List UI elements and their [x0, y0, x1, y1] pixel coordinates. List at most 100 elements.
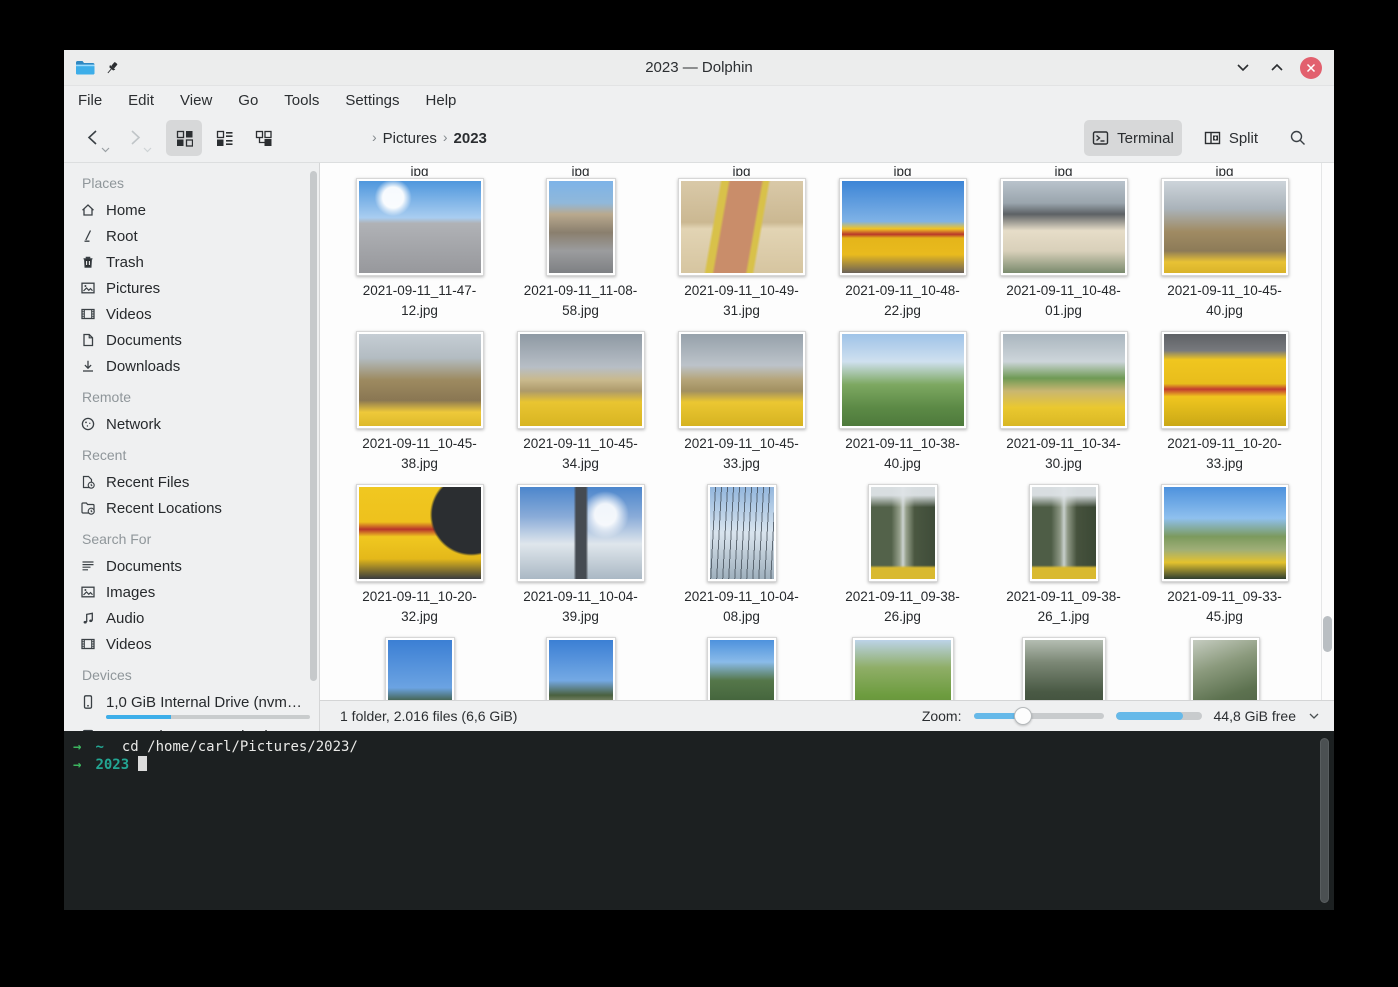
file-2021-09-11-10-38-40-jpg[interactable]: 2021-09-11_10-38-40.jpg	[822, 329, 983, 482]
statusbar: 1 folder, 2.016 files (6,6 GiB) Zoom: 44…	[320, 700, 1334, 731]
thumbnail	[1190, 637, 1260, 700]
details-view-button[interactable]	[206, 120, 242, 156]
filename-label: 2021-09-11_10-04-08.jpg	[667, 587, 817, 628]
file-thumbnail-partial[interactable]	[1144, 635, 1305, 700]
sidebar-item-recent-files[interactable]: Recent Files	[80, 469, 305, 495]
file-2021-09-11-10-48-01-jpg[interactable]: 2021-09-11_10-48-01.jpg	[983, 176, 1144, 329]
file-2021-09-11-10-04-39-jpg[interactable]: 2021-09-11_10-04-39.jpg	[500, 482, 661, 635]
menu-tools[interactable]: Tools	[284, 92, 319, 109]
sidebar-scrollbar[interactable]	[310, 171, 317, 681]
file-2021-09-11-10-45-34-jpg[interactable]: 2021-09-11_10-45-34.jpg	[500, 329, 661, 482]
trash-icon	[80, 254, 96, 270]
tree-view-button[interactable]	[246, 120, 282, 156]
free-space-label: 44,8 GiB free	[1214, 708, 1297, 724]
menu-edit[interactable]: Edit	[128, 92, 154, 109]
terminal-toggle-button[interactable]: Terminal	[1084, 120, 1182, 156]
breadcrumb-item-pictures[interactable]: Pictures	[383, 130, 437, 147]
menu-help[interactable]: Help	[426, 92, 457, 109]
terminal-line: →~cd /home/carl/Pictures/2023/	[73, 738, 1314, 756]
forward-history-caret[interactable]	[143, 147, 152, 153]
icons-view-button[interactable]	[166, 120, 202, 156]
file-2021-09-11-10-49-31-jpg[interactable]: 2021-09-11_10-49-31.jpg	[661, 176, 822, 329]
breadcrumb-item-2023[interactable]: 2023	[454, 130, 487, 147]
sidebar-item-475-4-gib-encrypted-drive[interactable]: 475.4 GiB Encrypted Drive	[80, 723, 305, 731]
file-2021-09-11-09-33-45-jpg[interactable]: 2021-09-11_09-33-45.jpg	[1144, 482, 1305, 635]
sidebar-item-images[interactable]: Images	[80, 579, 305, 605]
file-thumbnail-partial[interactable]	[822, 635, 983, 700]
search-button[interactable]	[1280, 120, 1316, 156]
menu-settings[interactable]: Settings	[345, 92, 399, 109]
file-2021-09-11-10-45-38-jpg[interactable]: 2021-09-11_10-45-38.jpg	[339, 329, 500, 482]
sidebar-item-label: Documents	[106, 558, 182, 575]
file-2021-09-11-11-47-12-jpg[interactable]: 2021-09-11_11-47-12.jpg	[339, 176, 500, 329]
zoom-slider-knob[interactable]	[1014, 707, 1032, 725]
pin-icon	[104, 60, 120, 76]
places-panel: PlacesHomeRootTrashPicturesVideosDocumen…	[64, 163, 320, 731]
forward-button[interactable]	[122, 123, 148, 153]
file-2021-09-11-10-04-08-jpg[interactable]: 2021-09-11_10-04-08.jpg	[661, 482, 822, 635]
thumbnail	[517, 331, 645, 429]
filename-label: 2021-09-11_10-20-32.jpg	[345, 587, 495, 628]
drive-icon	[80, 694, 96, 710]
back-button[interactable]	[80, 123, 106, 153]
file-2021-09-11-10-20-33-jpg[interactable]: 2021-09-11_10-20-33.jpg	[1144, 329, 1305, 482]
free-space-chevron-icon[interactable]	[1308, 712, 1320, 720]
embedded-terminal[interactable]: →~cd /home/carl/Pictures/2023/→2023	[64, 731, 1334, 910]
folder-clock-icon	[80, 500, 96, 516]
filename-label: 2021-09-11_10-48-01.jpg	[989, 281, 1139, 322]
file-2021-09-11-10-20-32-jpg[interactable]: 2021-09-11_10-20-32.jpg	[339, 482, 500, 635]
file-2021-09-11-09-38-26-1-jpg[interactable]: 2021-09-11_09-38-26_1.jpg	[983, 482, 1144, 635]
zoom-label: Zoom:	[922, 708, 962, 724]
zoom-slider[interactable]	[974, 707, 1104, 725]
sidebar-item-recent-locations[interactable]: Recent Locations	[80, 495, 305, 521]
split-view-button[interactable]: Split	[1196, 120, 1266, 156]
terminal-scrollbar[interactable]	[1320, 738, 1329, 903]
filename-label: 2021-09-11_10-48-22.jpg	[828, 281, 978, 322]
home-icon	[80, 202, 96, 218]
thumbnail	[868, 484, 938, 582]
sidebar-item-network[interactable]: Network	[80, 411, 305, 437]
minimize-button[interactable]	[1232, 57, 1254, 79]
sidebar-item-trash[interactable]: Trash	[80, 249, 305, 275]
file-2021-09-11-10-34-30-jpg[interactable]: 2021-09-11_10-34-30.jpg	[983, 329, 1144, 482]
folder-icon	[74, 59, 96, 77]
root-icon	[80, 228, 96, 244]
file-2021-09-11-10-48-22-jpg[interactable]: 2021-09-11_10-48-22.jpg	[822, 176, 983, 329]
thumbnail	[1161, 484, 1289, 582]
menu-view[interactable]: View	[180, 92, 212, 109]
sidebar-item-root[interactable]: Root	[80, 223, 305, 249]
file-2021-09-11-09-38-26-jpg[interactable]: 2021-09-11_09-38-26.jpg	[822, 482, 983, 635]
file-2021-09-11-10-45-40-jpg[interactable]: 2021-09-11_10-45-40.jpg	[1144, 176, 1305, 329]
sidebar-item-documents[interactable]: Documents	[80, 327, 305, 353]
sidebar-item-home[interactable]: Home	[80, 197, 305, 223]
file-thumbnail-partial[interactable]	[983, 635, 1144, 700]
sidebar-item-pictures[interactable]: Pictures	[80, 275, 305, 301]
film-icon	[80, 636, 96, 652]
back-history-caret[interactable]	[101, 147, 110, 153]
sidebar-item-audio[interactable]: Audio	[80, 605, 305, 631]
free-space-bar	[1116, 712, 1202, 720]
thumbnail	[1161, 331, 1289, 429]
close-button[interactable]	[1300, 57, 1322, 79]
titlebar[interactable]: 2023 — Dolphin	[64, 50, 1334, 86]
file-2021-09-11-10-45-33-jpg[interactable]: 2021-09-11_10-45-33.jpg	[661, 329, 822, 482]
sidebar-item-label: Root	[106, 228, 138, 245]
folder-view[interactable]: jpgjpgjpgjpgjpgjpg 2021-09-11_11-47-12.j…	[320, 163, 1334, 700]
maximize-button[interactable]	[1266, 57, 1288, 79]
sidebar-item-1-0-gib-internal-drive-nvme[interactable]: 1,0 GiB Internal Drive (nvme…	[80, 689, 305, 715]
image-icon	[80, 584, 96, 600]
sidebar-item-videos[interactable]: Videos	[80, 301, 305, 327]
folder-scrollbar-thumb[interactable]	[1323, 616, 1332, 652]
menu-go[interactable]: Go	[238, 92, 258, 109]
sidebar-item-downloads[interactable]: Downloads	[80, 353, 305, 379]
sidebar-item-documents[interactable]: Documents	[80, 553, 305, 579]
file-2021-09-11-11-08-58-jpg[interactable]: 2021-09-11_11-08-58.jpg	[500, 176, 661, 329]
file-thumbnail-partial[interactable]	[661, 635, 822, 700]
folder-scrollbar-track[interactable]	[1321, 163, 1334, 700]
menu-file[interactable]: File	[78, 92, 102, 109]
sidebar-item-videos[interactable]: Videos	[80, 631, 305, 657]
prompt-arrow: →	[73, 757, 81, 773]
file-thumbnail-partial[interactable]	[339, 635, 500, 700]
file-thumbnail-partial[interactable]	[500, 635, 661, 700]
filename-label: 2021-09-11_10-45-33.jpg	[667, 434, 817, 475]
